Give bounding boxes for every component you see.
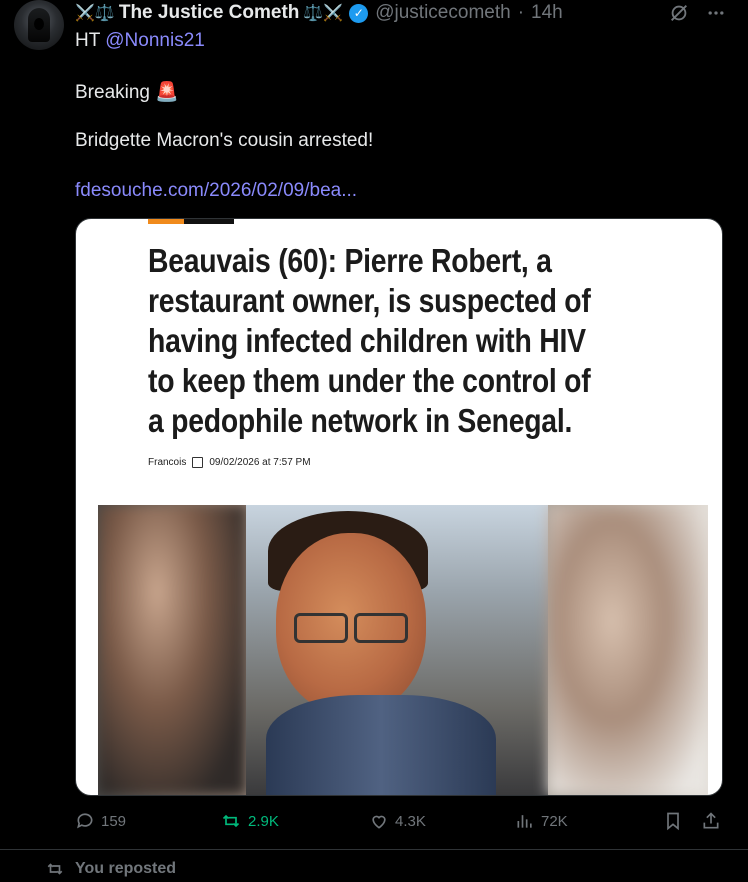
views-button[interactable]: 72K: [515, 811, 568, 831]
repost-small-icon: [47, 863, 63, 875]
mention-link[interactable]: @Nonnis21: [105, 30, 205, 51]
avatar-face: [34, 18, 44, 30]
article-meta: Francois 09/02/2026 at 7:57 PM: [148, 457, 311, 468]
tweet-line-ht: HT @Nonnis21: [75, 30, 205, 52]
article-photo: [98, 505, 708, 795]
like-button[interactable]: 4.3K: [369, 811, 426, 831]
reposted-label: You reposted: [75, 860, 177, 877]
article-link[interactable]: fdesouche.com/2026/02/09/bea...: [75, 180, 357, 202]
display-name[interactable]: The Justice Cometh: [119, 2, 300, 24]
reply-icon: [77, 813, 93, 829]
reply-count: 159: [101, 812, 127, 830]
photo-shirt: [266, 695, 496, 795]
article-headline: Beauvais (60): Pierre Robert, a restaura…: [148, 242, 591, 439]
link-card[interactable]: Beauvais (60): Pierre Robert, a restaura…: [75, 218, 723, 796]
handle[interactable]: @justicecometh: [375, 2, 510, 24]
article-date: 09/02/2026 at 7:57 PM: [209, 457, 311, 468]
photo-center-panel: [246, 505, 548, 795]
siren-emoji: 🚨: [155, 82, 179, 103]
bookmark-button[interactable]: [663, 811, 683, 831]
repost-count: 2.9K: [248, 812, 279, 830]
blurred-left-panel: [98, 505, 246, 795]
top-actions: [668, 0, 726, 26]
views-count: 72K: [541, 812, 568, 830]
photo-glasses: [294, 613, 414, 643]
grok-icon[interactable]: [668, 2, 690, 24]
tweet-body: Bridgette Macron's cousin arrested!: [75, 130, 374, 151]
timestamp[interactable]: 14h: [531, 2, 563, 24]
article-author: Francois: [148, 457, 187, 468]
ht-prefix: HT: [75, 30, 100, 51]
calendar-icon: [192, 457, 204, 468]
category-strip: [148, 219, 234, 224]
reposted-indicator: You reposted: [45, 860, 176, 878]
reply-button[interactable]: 159: [75, 811, 126, 831]
share-icon: [703, 812, 719, 829]
tweet-line-breaking: Breaking 🚨: [75, 80, 179, 104]
breaking-text: Breaking: [75, 82, 150, 103]
name-prefix-emoji: ⚔️⚖️: [75, 5, 115, 22]
avatar[interactable]: [14, 0, 64, 50]
share-button[interactable]: [701, 811, 721, 831]
divider: [0, 849, 748, 850]
more-icon[interactable]: [706, 3, 726, 23]
separator: ·: [517, 2, 525, 23]
action-bar: 159 2.9K 4.3K 72K: [75, 811, 725, 835]
bookmark-icon: [667, 812, 679, 831]
blurred-right-panel: [548, 505, 708, 795]
repost-button[interactable]: 2.9K: [220, 811, 279, 831]
tweet-header: ⚔️⚖️ The Justice Cometh ⚖️⚔️ ✓ @justicec…: [75, 0, 563, 26]
name-suffix-emoji: ⚖️⚔️: [303, 5, 344, 22]
views-icon: [517, 815, 532, 828]
verified-badge-icon: ✓: [349, 3, 369, 23]
repost-icon: [222, 814, 240, 828]
like-count: 4.3K: [395, 812, 426, 830]
like-icon: [372, 815, 386, 829]
